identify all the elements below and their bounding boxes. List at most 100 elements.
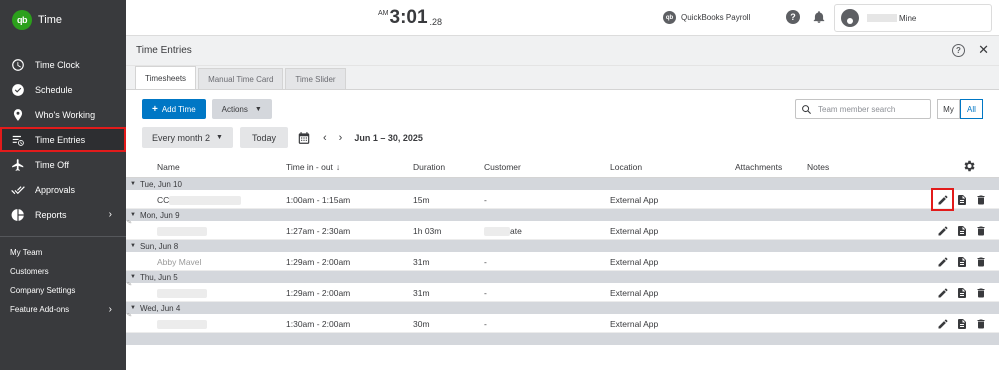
document-icon[interactable] <box>955 193 968 206</box>
user-menu[interactable]: Mine <box>834 4 992 32</box>
cell-customer: - <box>484 257 487 267</box>
toolbar: + Add Time Actions ▼ <box>142 99 272 119</box>
trash-icon[interactable] <box>974 286 987 299</box>
close-icon[interactable]: ✕ <box>978 42 989 58</box>
redacted-name <box>157 227 207 237</box>
table-row[interactable]: CC 1:00am - 1:15am 15m - External App <box>126 188 999 211</box>
document-icon[interactable] <box>955 224 968 237</box>
edit-pencil-icon[interactable] <box>931 188 954 211</box>
sidebar-item-company-settings[interactable]: Company Settings <box>0 281 126 300</box>
calendar-check-icon <box>11 83 25 97</box>
today-button[interactable]: Today <box>239 127 288 148</box>
date-group-header-partial[interactable] <box>126 333 999 345</box>
cell-name <box>157 288 207 299</box>
column-name[interactable]: Name <box>157 162 180 172</box>
document-icon[interactable] <box>955 286 968 299</box>
edit-pencil-icon[interactable] <box>936 317 949 330</box>
sidebar-item-schedule[interactable]: Schedule <box>0 77 126 102</box>
column-time-in-out[interactable]: Time in - out ↓ <box>286 162 340 172</box>
date-group-header[interactable]: ▼ Thu, Jun 5 <box>126 271 999 283</box>
sidebar-divider <box>0 236 126 237</box>
column-customer[interactable]: Customer <box>484 162 521 172</box>
user-name: Mine <box>867 14 916 23</box>
gear-icon[interactable] <box>962 159 976 173</box>
date-group-header[interactable]: ▼ Tue, Jun 10 <box>126 178 999 190</box>
row-actions <box>930 224 987 237</box>
trash-icon[interactable] <box>974 317 987 330</box>
pie-chart-icon <box>11 208 25 222</box>
clock-icon <box>11 58 25 72</box>
help-icon[interactable]: ? <box>786 10 800 24</box>
quickbooks-payroll-link[interactable]: qb QuickBooks Payroll <box>663 11 750 24</box>
next-period-button[interactable]: › <box>339 132 343 144</box>
date-group-header[interactable]: ▼ Sun, Jun 8 <box>126 240 999 252</box>
edit-pencil-icon[interactable] <box>936 286 949 299</box>
bell-icon[interactable] <box>812 9 826 25</box>
tab-manual-time-card[interactable]: Manual Time Card <box>198 68 284 89</box>
help-icon[interactable]: ? <box>952 44 965 57</box>
clock-ampm: AM <box>378 10 389 17</box>
sidebar-item-feature-add-ons[interactable]: Feature Add-ons › <box>0 300 126 319</box>
trash-icon[interactable] <box>974 255 987 268</box>
add-time-button[interactable]: + Add Time <box>142 99 206 119</box>
trash-icon[interactable] <box>974 224 987 237</box>
team-member-search-input[interactable]: Team member search <box>795 99 931 119</box>
tab-time-slider[interactable]: Time Slider <box>285 68 346 89</box>
sidebar-item-label: Approvals <box>35 184 76 195</box>
cell-location: External App <box>610 257 659 267</box>
edit-pencil-icon[interactable] <box>936 224 949 237</box>
cell-location: External App <box>610 288 659 298</box>
table-row[interactable]: ✎ 1:27am - 2:30am 1h 03m ate External Ap… <box>126 220 999 240</box>
tabs: Timesheets Manual Time Card Time Slider <box>126 66 999 90</box>
document-icon[interactable] <box>955 317 968 330</box>
sidebar-item-time-entries[interactable]: Time Entries <box>0 127 126 152</box>
cell-name <box>157 226 207 237</box>
plane-icon <box>11 158 25 172</box>
row-actions <box>930 188 987 211</box>
filter-all-button[interactable]: All <box>960 99 983 119</box>
column-attachments[interactable]: Attachments <box>735 162 782 172</box>
table-row[interactable]: Abby Mavel 1:29am - 2:00am 31m - Externa… <box>126 252 999 271</box>
redacted-name <box>867 14 897 23</box>
tab-timesheets[interactable]: Timesheets <box>135 66 197 89</box>
sidebar-item-time-off[interactable]: Time Off <box>0 152 126 177</box>
calendar-icon[interactable] <box>297 131 311 145</box>
period-toolbar: Every month 2 ▼ Today ‹ › Jun 1 – 30, 20… <box>142 127 423 148</box>
chevron-right-icon: › <box>108 209 112 220</box>
column-duration[interactable]: Duration <box>413 162 445 172</box>
search-placeholder: Team member search <box>818 104 896 114</box>
time-entries-table: ▼ Tue, Jun 10 CC 1:00am - 1:15am 15m - Ex… <box>126 178 999 345</box>
avatar <box>841 9 859 27</box>
date-group-header[interactable]: ▼ Mon, Jun 9 <box>126 209 999 221</box>
edit-pencil-icon[interactable] <box>936 255 949 268</box>
actions-dropdown[interactable]: Actions ▼ <box>211 99 272 119</box>
filter-my-button[interactable]: My <box>937 99 960 119</box>
cell-duration: 1h 03m <box>413 226 442 236</box>
column-notes[interactable]: Notes <box>807 162 829 172</box>
cell-name: CC <box>157 195 242 206</box>
sidebar-item-whos-working[interactable]: Who's Working <box>0 102 126 127</box>
plus-icon: + <box>152 103 158 115</box>
time-entries-icon <box>11 133 25 147</box>
page-title: Time Entries <box>136 45 192 56</box>
column-location[interactable]: Location <box>610 162 642 172</box>
previous-period-button[interactable]: ‹ <box>323 132 327 144</box>
trash-icon[interactable] <box>974 193 987 206</box>
collapse-triangle-icon: ▼ <box>130 212 136 218</box>
sidebar-item-my-team[interactable]: My Team <box>0 243 126 262</box>
document-icon[interactable] <box>955 255 968 268</box>
sidebar-item-customers[interactable]: Customers <box>0 262 126 281</box>
date-group-header[interactable]: ▼ Wed, Jun 4 <box>126 302 999 314</box>
table-header: Name Time in - out ↓ Duration Customer Lo… <box>126 156 999 178</box>
sidebar-item-approvals[interactable]: Approvals <box>0 177 126 202</box>
brand[interactable]: qb Time <box>0 0 126 40</box>
top-bar: AM 3:01 .28 qb QuickBooks Payroll ? Mine <box>126 0 999 36</box>
period-dropdown[interactable]: Every month 2 ▼ <box>142 127 233 148</box>
chevron-right-icon: › <box>108 304 112 315</box>
table-row[interactable]: ✎ 1:30am - 2:00am 30m - External App <box>126 313 999 333</box>
collapse-triangle-icon: ▼ <box>130 181 136 187</box>
cell-duration: 15m <box>413 195 430 205</box>
sidebar-item-time-clock[interactable]: Time Clock <box>0 52 126 77</box>
table-row[interactable]: ✎ 1:29am - 2:00am 31m - External App <box>126 282 999 302</box>
sidebar-item-reports[interactable]: Reports › <box>0 202 126 227</box>
